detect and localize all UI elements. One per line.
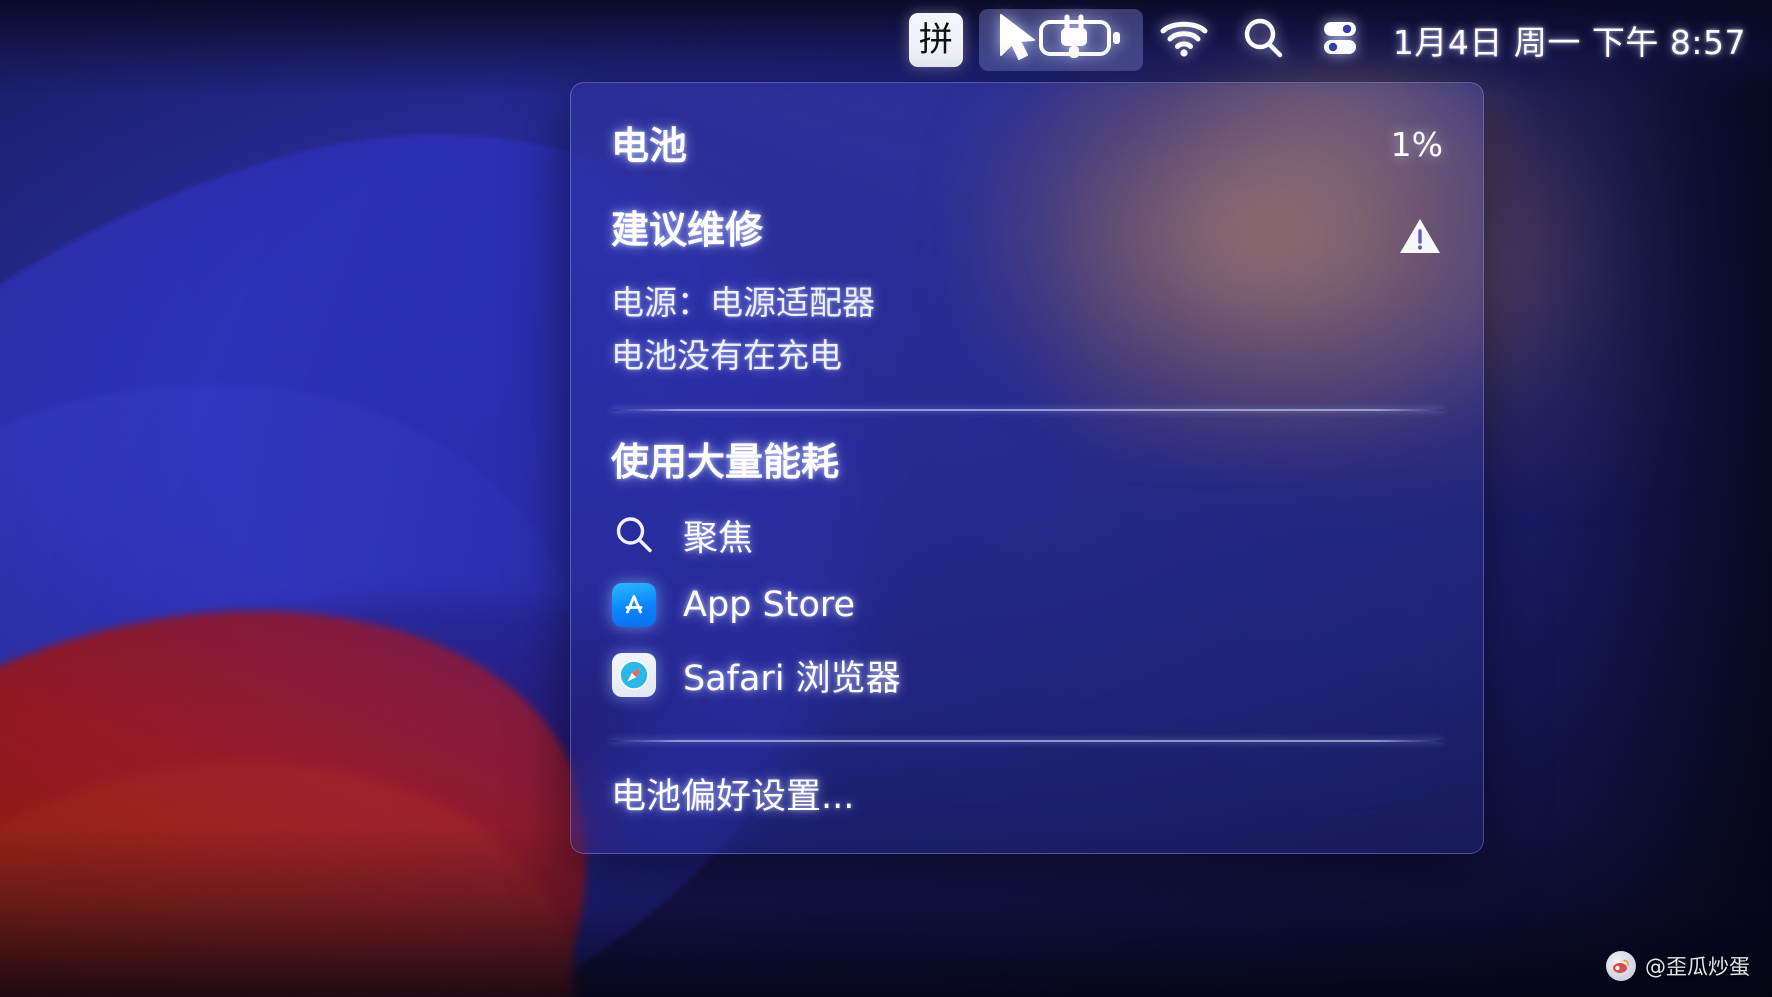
spotlight-search-icon [611, 512, 657, 558]
menu-bar-item-control-center[interactable] [1301, 9, 1379, 71]
battery-header-row: 电池 1% [611, 83, 1443, 169]
menu-bar-item-input-method[interactable]: 拼 [893, 9, 979, 71]
power-source-line: 电源：电源适配器 [611, 282, 875, 322]
menu-bar: 拼 1月4日 周一 下午 8:57 [0, 0, 1772, 80]
charging-status-line: 电池没有在充电 [611, 336, 842, 376]
service-recommended-heading: 建议维修 [611, 207, 764, 252]
list-item[interactable]: Safari 浏览器 [611, 644, 1443, 706]
menu-bar-item-battery[interactable] [978, 9, 1143, 71]
control-center-icon [1317, 16, 1363, 65]
battery-preferences-item[interactable]: 电池偏好设置... [611, 742, 1443, 853]
battery-preferences-label: 电池偏好设置... [611, 777, 855, 818]
watermark-handle: @歪瓜炒蛋 [1645, 955, 1750, 979]
menu-bar-item-wifi[interactable] [1143, 9, 1225, 71]
app-store-icon [611, 582, 657, 628]
list-item-label: 聚焦 [683, 518, 754, 559]
search-icon [1241, 16, 1285, 65]
safari-compass-icon [611, 652, 657, 698]
warning-triangle-icon [1397, 209, 1443, 262]
service-heading-row: 建议维修 [611, 169, 1443, 262]
energy-app-list: 聚焦 App Store Safari 浏览器 [611, 484, 1443, 706]
menu-bar-item-spotlight[interactable] [1225, 9, 1301, 71]
battery-title: 电池 [611, 124, 688, 168]
battery-dropdown-menu: 电池 1% 建议维修 电源：电源适配器 电池没有在充电 使用大量能耗 聚焦 Ap… [570, 82, 1484, 855]
battery-plug-cursor-icon [995, 11, 1127, 70]
energy-usage-heading: 使用大量能耗 [611, 439, 840, 484]
watermark: @歪瓜炒蛋 [1606, 951, 1750, 981]
pinyin-ime-icon: 拼 [908, 13, 963, 67]
list-item[interactable]: 聚焦 [611, 504, 1443, 566]
list-item[interactable]: App Store [611, 574, 1443, 636]
battery-percentage: 1% [1390, 125, 1443, 164]
menu-bar-clock[interactable]: 1月4日 周一 下午 8:57 [1379, 16, 1746, 64]
list-item-label: Safari 浏览器 [683, 658, 901, 699]
list-item-label: App Store [683, 585, 856, 626]
wifi-icon [1159, 18, 1209, 63]
weibo-logo-icon [1606, 951, 1636, 981]
